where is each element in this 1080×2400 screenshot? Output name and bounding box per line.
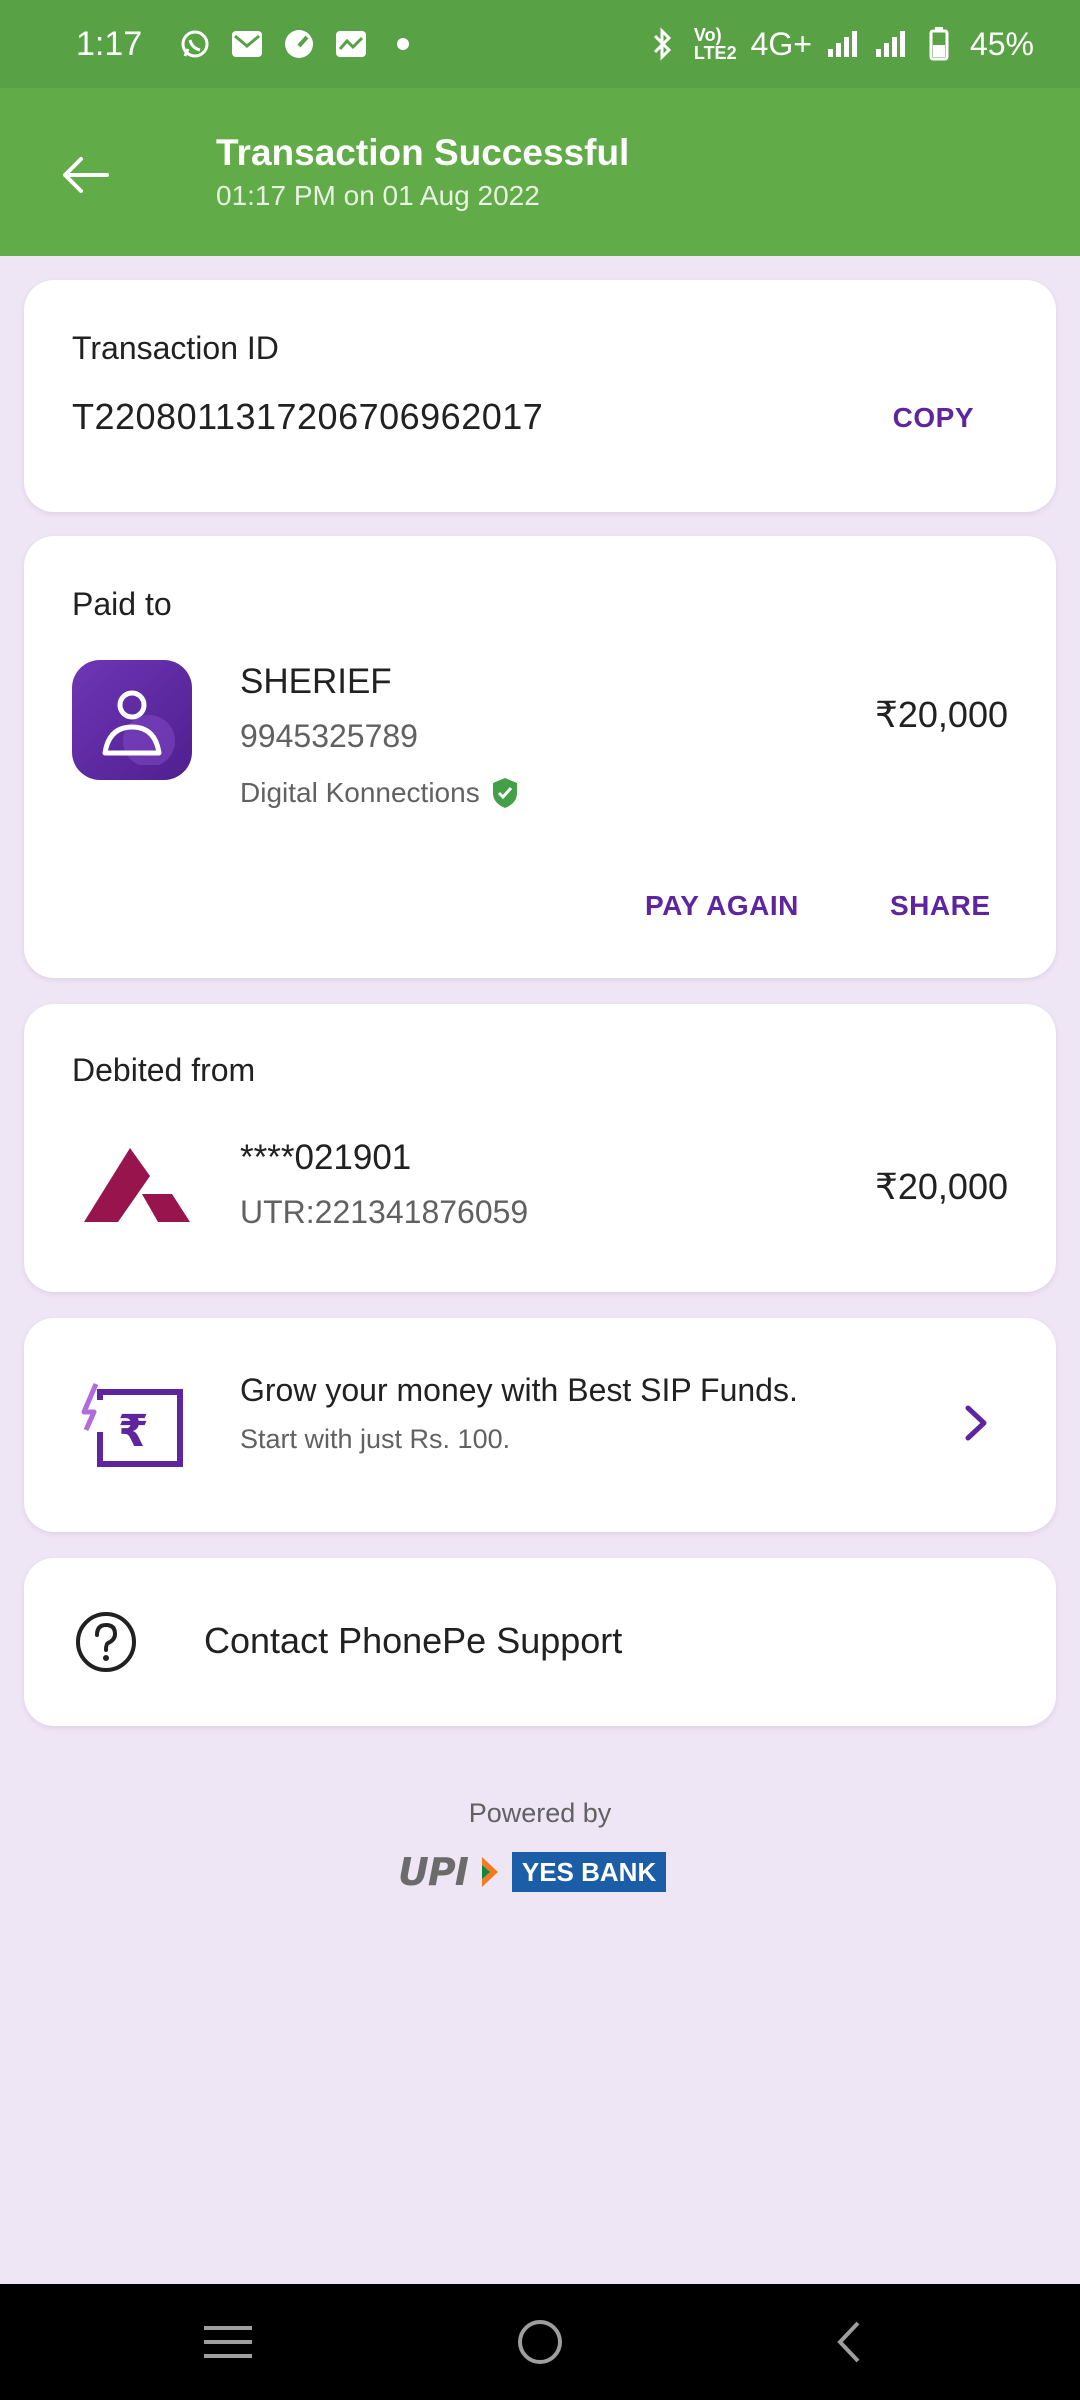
payee-phone: 9945325789 bbox=[240, 718, 418, 754]
verified-shield-icon bbox=[492, 778, 517, 808]
arrow-left-icon bbox=[63, 157, 109, 193]
chevron-left-icon bbox=[837, 2321, 860, 2363]
partner-logos: UPI YES BANK bbox=[398, 1850, 667, 1894]
speedometer-icon bbox=[282, 27, 316, 61]
payee-org-name: Digital Konnections bbox=[240, 777, 480, 808]
account-number: ****021901 bbox=[240, 1138, 412, 1177]
upi-arrow-icon bbox=[481, 1857, 498, 1887]
home-circle-icon bbox=[518, 2320, 562, 2364]
back-button[interactable] bbox=[50, 140, 120, 210]
home-button[interactable] bbox=[510, 2312, 570, 2372]
dot-icon bbox=[386, 27, 420, 61]
share-button[interactable]: SHARE bbox=[890, 890, 991, 922]
app-bar: Transaction Successful 01:17 PM on 01 Au… bbox=[0, 88, 1080, 256]
contact-support-label: Contact PhonePe Support bbox=[204, 1620, 623, 1661]
signal-icon-2 bbox=[874, 27, 908, 61]
notification-icons bbox=[178, 27, 420, 61]
battery-percent: 45% bbox=[969, 25, 1034, 62]
network-type: 4G+ bbox=[750, 25, 812, 62]
whatsapp-icon bbox=[178, 27, 212, 61]
promo-subtitle: Start with just Rs. 100. bbox=[240, 1424, 511, 1454]
status-bar: 1:17 Vo) LTE2 4G+ 45% bbox=[0, 0, 1080, 88]
support-card[interactable]: Contact PhonePe Support bbox=[24, 1558, 1056, 1726]
pay-again-button[interactable]: PAY AGAIN bbox=[645, 890, 799, 922]
debited-from-label: Debited from bbox=[72, 1052, 256, 1088]
rupee-wallet-icon: ₹ bbox=[81, 1383, 183, 1467]
gmail-icon bbox=[230, 27, 264, 61]
transaction-id-card: Transaction ID T2208011317206706962017 C… bbox=[24, 280, 1056, 512]
debited-from-card: Debited from ****021901 UTR:221341876059… bbox=[24, 1004, 1056, 1292]
transaction-id-label: Transaction ID bbox=[72, 330, 279, 366]
status-time: 1:17 bbox=[76, 24, 143, 63]
upi-logo: UPI bbox=[398, 1850, 469, 1894]
debited-amount: ₹20,000 bbox=[874, 1166, 1008, 1207]
battery-icon bbox=[922, 27, 956, 61]
utr-number: UTR:221341876059 bbox=[240, 1194, 529, 1230]
user-icon bbox=[102, 690, 175, 765]
payee-name: SHERIEF bbox=[240, 662, 392, 701]
chevron-right-icon bbox=[965, 1405, 987, 1441]
volte-indicator: Vo) LTE2 bbox=[693, 25, 737, 63]
paid-to-card: Paid to SHERIEF 9945325789 Digital Konne… bbox=[24, 536, 1056, 978]
contact-avatar bbox=[72, 660, 192, 780]
paid-amount: ₹20,000 bbox=[874, 694, 1008, 735]
transaction-id-value: T2208011317206706962017 bbox=[72, 396, 544, 437]
powered-by-label: Powered by bbox=[468, 1798, 612, 1828]
system-icons: Vo) LTE2 4G+ 45% bbox=[646, 26, 1034, 63]
promo-title: Grow your money with Best SIP Funds. bbox=[240, 1372, 798, 1408]
messages-icon bbox=[334, 27, 368, 61]
yes-bank-logo: YES BANK bbox=[511, 1852, 667, 1892]
bluetooth-icon bbox=[646, 27, 680, 61]
svg-text:₹: ₹ bbox=[118, 1406, 149, 1457]
axis-bank-logo-icon bbox=[84, 1148, 190, 1222]
system-navigation-bar bbox=[0, 2284, 1080, 2400]
signal-icon bbox=[826, 27, 860, 61]
payee-organization: Digital Konnections bbox=[240, 776, 520, 810]
system-back-button[interactable] bbox=[820, 2312, 880, 2372]
menu-icon bbox=[204, 2326, 252, 2358]
sip-promo-card[interactable]: ₹ Grow your money with Best SIP Funds. S… bbox=[24, 1318, 1056, 1532]
recent-apps-button[interactable] bbox=[198, 2312, 258, 2372]
help-circle-icon bbox=[76, 1612, 136, 1672]
transaction-timestamp: 01:17 PM on 01 Aug 2022 bbox=[216, 180, 540, 211]
paid-to-label: Paid to bbox=[72, 586, 172, 622]
page-title: Transaction Successful bbox=[216, 132, 630, 173]
copy-button[interactable]: COPY bbox=[893, 402, 974, 434]
